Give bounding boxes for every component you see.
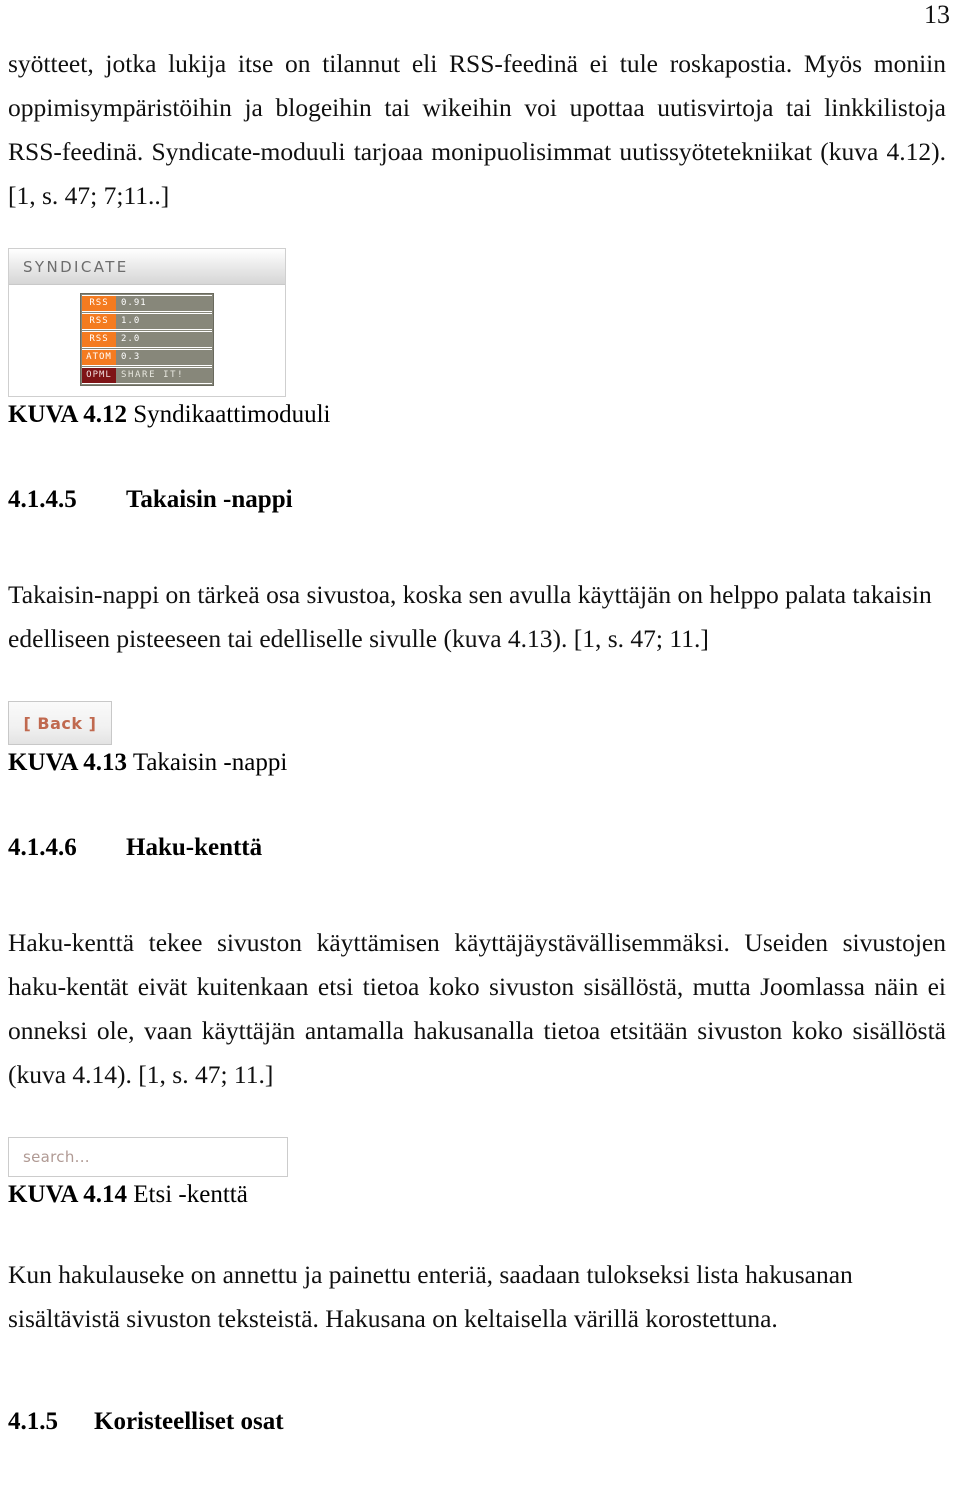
figure-caption-label: KUVA 4.12: [8, 401, 128, 428]
heading-number: 4.1.4.5: [8, 486, 77, 513]
figure-caption-text: Syndikaattimoduuli: [127, 401, 331, 428]
heading-title: Haku-kenttä: [126, 834, 263, 861]
feed-tag-atom: ATOM: [82, 350, 116, 365]
feed-tag-rss: RSS: [82, 314, 116, 329]
feed-row[interactable]: ATOM 0.3: [82, 349, 212, 366]
feed-tag-rss: RSS: [82, 296, 116, 311]
figure-caption-syndicate: KUVA 4.12 Syndikaattimoduuli: [8, 397, 946, 433]
paragraph-search-field: Haku-kenttä tekee sivuston käyttämisen k…: [8, 928, 946, 1089]
figure-caption-label: KUVA 4.13: [8, 749, 128, 776]
syndicate-feed-list-wrap: RSS 0.91 RSS 1.0 RSS 2.0 ATOM 0.3 OPML S…: [9, 285, 285, 396]
page-number: 13: [924, 0, 950, 29]
paragraph-search-results: Kun hakulauseke on annettu ja painettu e…: [8, 1260, 853, 1333]
heading-number: 4.1.4.6: [8, 834, 77, 861]
feed-row[interactable]: RSS 1.0: [82, 313, 212, 330]
feed-row[interactable]: OPML SHARE IT!: [82, 367, 212, 384]
paragraph-back-button: Takaisin-nappi on tärkeä osa sivustoa, k…: [8, 580, 932, 653]
search-input-placeholder: search...: [23, 1148, 90, 1166]
heading-haku-kentta: 4.1.4.6 Haku-kenttä: [8, 831, 946, 865]
feed-row[interactable]: RSS 2.0: [82, 331, 212, 348]
feed-version: 1.0: [121, 316, 141, 326]
figure-caption-text: Etsi -kenttä: [127, 1181, 248, 1208]
feed-tag-rss: RSS: [82, 332, 116, 347]
figure-syndicate-module: SYNDICATE RSS 0.91 RSS 1.0 RSS 2.0 ATOM …: [8, 248, 286, 397]
figure-caption-back-button: KUVA 4.13 Takaisin -nappi: [8, 745, 946, 781]
feed-version: 0.91: [121, 298, 147, 308]
figure-caption-text: Takaisin -nappi: [127, 749, 288, 776]
figure-caption-search-field: KUVA 4.14 Etsi -kenttä: [8, 1177, 946, 1213]
heading-title: Koristeelliset osat: [94, 1408, 284, 1435]
heading-takaisin-nappi: 4.1.4.5 Takaisin -nappi: [8, 483, 946, 517]
back-button-label: [ Back ]: [23, 713, 97, 733]
heading-koristeelliset-osat: 4.1.5 Koristeelliset osat: [8, 1405, 946, 1439]
feed-tag-opml: OPML: [82, 368, 116, 383]
feed-version: 0.3: [121, 352, 141, 362]
figure-caption-label: KUVA 4.14: [8, 1181, 128, 1208]
figure-back-button[interactable]: [ Back ]: [8, 701, 112, 745]
heading-number: 4.1.5: [8, 1408, 58, 1435]
document-page: 13 syötteet, jotka lukija itse on tilann…: [0, 0, 960, 1509]
syndicate-module-title: SYNDICATE: [9, 249, 285, 285]
feed-share-it-label: SHARE IT!: [121, 370, 185, 380]
feed-row[interactable]: RSS 0.91: [82, 295, 212, 312]
heading-title: Takaisin -nappi: [126, 486, 293, 513]
figure-search-field[interactable]: search...: [8, 1137, 288, 1177]
page-content: syötteet, jotka lukija itse on tilannut …: [8, 42, 946, 1439]
paragraph-intro: syötteet, jotka lukija itse on tilannut …: [8, 49, 946, 210]
syndicate-feed-list: RSS 0.91 RSS 1.0 RSS 2.0 ATOM 0.3 OPML S…: [80, 293, 214, 386]
feed-version: 2.0: [121, 334, 141, 344]
